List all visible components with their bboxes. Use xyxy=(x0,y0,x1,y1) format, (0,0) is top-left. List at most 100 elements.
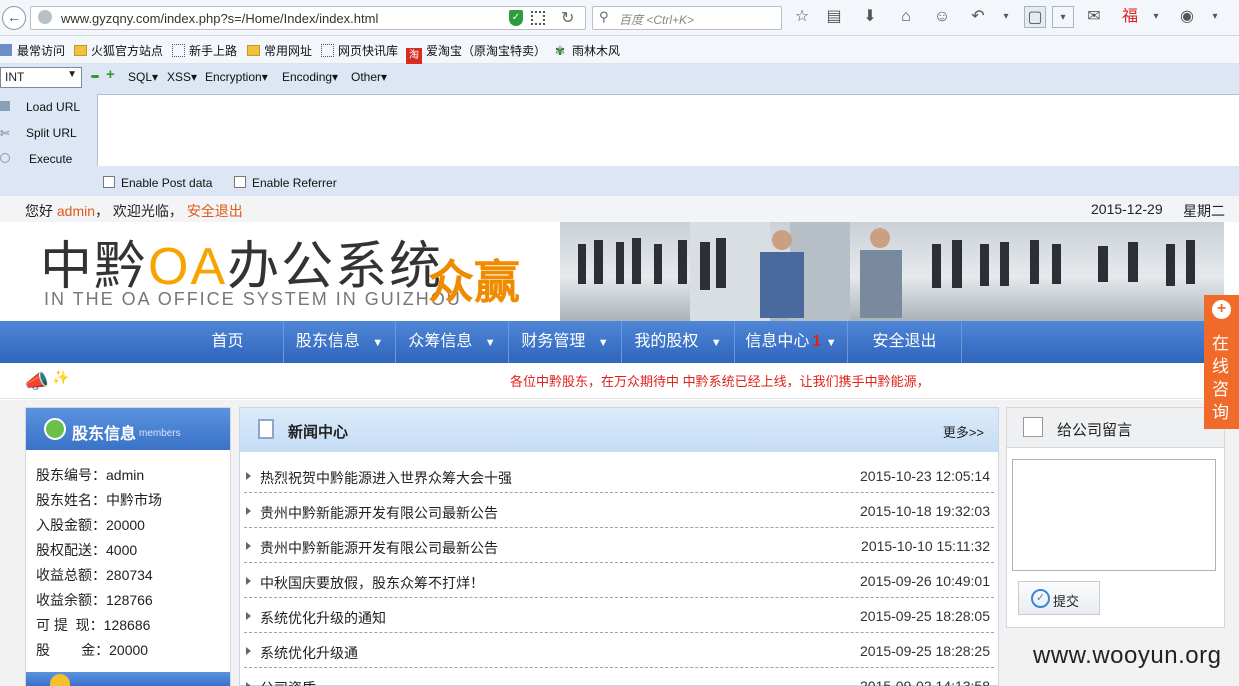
menu-other[interactable]: Other▾ xyxy=(351,70,387,84)
chevron-down-icon: ▼ xyxy=(710,337,722,349)
notepad-icon xyxy=(1023,417,1043,437)
nav-home[interactable]: 首页 xyxy=(172,321,284,363)
enable-referrer-checkbox[interactable] xyxy=(234,176,246,188)
taobao-icon: 淘 xyxy=(406,48,422,64)
undo-icon[interactable]: ↶ xyxy=(967,6,989,28)
nav-logout[interactable]: 安全退出 xyxy=(848,321,962,363)
news-panel-title: 新闻中心 xyxy=(288,424,349,441)
news-item[interactable]: 系统优化升级的通知 2015-09-25 18:28:05 xyxy=(244,598,994,633)
fu-dropdown-icon[interactable]: ▾ xyxy=(1145,6,1167,28)
nav-info-center[interactable]: 信息中心 1 ▼ xyxy=(735,321,848,363)
news-item[interactable]: 系统优化升级通 2015-09-25 18:28:25 xyxy=(244,633,994,668)
chat-icon[interactable]: ☺ xyxy=(931,6,953,28)
qrcode-icon[interactable] xyxy=(531,11,545,25)
increase-icon[interactable]: + xyxy=(106,66,115,83)
decrease-icon[interactable] xyxy=(91,75,99,78)
search-input[interactable]: ⚲ 百度 <Ctrl+K> xyxy=(592,6,782,30)
bullet-icon xyxy=(246,542,251,550)
execute-icon xyxy=(0,153,10,163)
bookmark-common[interactable]: 常用网址 xyxy=(247,42,312,59)
enable-post-checkbox[interactable] xyxy=(103,176,115,188)
address-bar[interactable]: www.gyzqny.com/index.php?s=/Home/Index/i… xyxy=(30,6,586,30)
execute-button[interactable]: Execute xyxy=(0,151,72,166)
reload-icon[interactable]: ↻ xyxy=(561,8,574,28)
back-icon[interactable]: ← xyxy=(2,6,26,30)
members-icon xyxy=(44,418,66,440)
submit-label: 提交 xyxy=(1053,594,1080,609)
news-item[interactable]: 贵州中黔新能源开发有限公司最新公告 2015-10-18 19:32:03 xyxy=(244,493,994,528)
notice-bar: 📣 ✨ 各位中黔股东，在万众期待中 中黔系统已经上线，让我们携手中黔能源， xyxy=(0,363,1239,399)
nav-crowdfunding[interactable]: 众筹信息 ▼ xyxy=(396,321,509,363)
message-panel-title: 给公司留言 xyxy=(1057,422,1133,439)
news-item[interactable]: 公司资质2015-09-02 14:13:58 xyxy=(244,668,994,686)
bookmark-most-visited[interactable]: 最常访问 xyxy=(0,42,65,59)
info-row: 可 提 现：128686 xyxy=(36,617,151,633)
message-panel-header: 给公司留言 xyxy=(1007,408,1224,448)
download-icon[interactable]: ⬇ xyxy=(859,6,881,28)
crop-dropdown-icon[interactable]: ▾ xyxy=(1052,6,1074,28)
folder-icon xyxy=(247,45,260,56)
page-icon xyxy=(172,44,185,57)
home-icon[interactable]: ⌂ xyxy=(895,6,917,28)
hackbar-url-textarea[interactable] xyxy=(97,94,1239,166)
bookmark-ylmf[interactable]: ✾ 雨林木风 xyxy=(555,42,620,59)
browser-toolbar: ← www.gyzqny.com/index.php?s=/Home/Index… xyxy=(0,0,1239,36)
info-row: 收益余额：128766 xyxy=(36,592,153,608)
message-textarea[interactable] xyxy=(1012,459,1216,571)
news-more-link[interactable]: 更多>> xyxy=(943,422,984,441)
chevron-down-icon: ▼ xyxy=(67,69,77,80)
shareholder-panel-title: 股东信息 xyxy=(72,426,137,443)
bullet-icon xyxy=(246,472,251,480)
fu-icon[interactable]: 福 xyxy=(1119,6,1141,28)
submit-button[interactable]: ✓ 提交 xyxy=(1018,581,1100,615)
site-topbar: 您好 admin， 欢迎光临， 安全退出 2015-12-29 星期二 xyxy=(0,196,1239,222)
chevron-down-icon: ▼ xyxy=(484,337,496,349)
menu-encryption[interactable]: Encryption▾ xyxy=(205,70,268,84)
news-panel: 新闻中心 更多>> 热烈祝贺中黔能源进入世界众筹大会十强 2015-10-23 1… xyxy=(239,407,999,686)
chevron-down-icon: ▼ xyxy=(825,337,837,349)
crop-icon[interactable]: ▢ xyxy=(1024,6,1046,28)
info-row: 股 金：20000 xyxy=(36,642,149,658)
comment-icon[interactable]: ✉ xyxy=(1083,6,1105,28)
news-item[interactable]: 贵州中黔新能源开发有限公司最新公告 2015-10-10 15:11:32 xyxy=(244,528,994,563)
menu-sql[interactable]: SQL▾ xyxy=(128,70,158,84)
bookmarks-bar: 最常访问 火狐官方站点 新手上路 常用网址 网页快讯库 淘爱淘宝（原淘宝特卖） … xyxy=(0,36,1239,64)
load-url-button[interactable]: Load URL xyxy=(0,99,80,114)
news-item[interactable]: 中秋国庆要放假，股东众筹不打烊！ 2015-09-26 10:49:01 xyxy=(244,563,994,598)
nav-my-equity[interactable]: 我的股权 ▼ xyxy=(622,321,735,363)
checkmark-icon: ✓ xyxy=(1031,589,1050,608)
bookmark-webslice[interactable]: 网页快讯库 xyxy=(321,42,398,59)
privacy-dropdown-icon[interactable]: ▾ xyxy=(1204,6,1226,28)
bullet-icon xyxy=(246,682,251,686)
plus-icon: + xyxy=(1212,300,1231,319)
reading-list-icon[interactable]: ▤ xyxy=(823,6,845,28)
next-panel-header xyxy=(26,672,230,686)
bookmark-taobao[interactable]: 淘爱淘宝（原淘宝特卖） xyxy=(406,42,546,64)
coin-icon xyxy=(50,674,70,686)
hackbar-type-select[interactable]: INT ▼ xyxy=(0,67,82,88)
chevron-down-icon: ▼ xyxy=(372,337,384,349)
privacy-icon[interactable]: ◉ xyxy=(1176,6,1198,28)
news-item[interactable]: 热烈祝贺中黔能源进入世界众筹大会十强 2015-10-23 12:05:14 xyxy=(244,458,994,493)
dropdown-icon[interactable]: ▾ xyxy=(995,6,1017,28)
document-icon xyxy=(258,419,274,439)
bookmark-firefox[interactable]: 火狐官方站点 xyxy=(74,42,163,59)
shareholder-panel-header: 股东信息 members xyxy=(26,408,230,450)
nav-finance[interactable]: 财务管理 ▼ xyxy=(509,321,622,363)
username-link[interactable]: admin xyxy=(57,203,95,219)
bookmark-star-icon[interactable]: ☆ xyxy=(791,6,813,28)
menu-xss[interactable]: XSS▾ xyxy=(167,70,197,84)
nav-shareholder[interactable]: 股东信息 ▼ xyxy=(284,321,396,363)
shield-icon[interactable]: ✓ xyxy=(509,10,523,26)
logout-link[interactable]: 安全退出 xyxy=(187,203,243,219)
business-people-illustration xyxy=(578,222,1195,321)
folder-icon xyxy=(74,45,87,56)
info-row: 入股金额：20000 xyxy=(36,517,145,533)
bookmark-newbie[interactable]: 新手上路 xyxy=(172,42,237,59)
split-url-button[interactable]: ✄ Split URL xyxy=(0,125,77,140)
online-consult-button[interactable]: + 在 线 咨 询 xyxy=(1204,295,1239,429)
banner-image xyxy=(560,222,1224,321)
menu-encoding[interactable]: Encoding▾ xyxy=(282,70,338,84)
shareholder-panel-subtitle: members xyxy=(139,428,181,439)
info-row: 股权配送：4000 xyxy=(36,542,138,558)
